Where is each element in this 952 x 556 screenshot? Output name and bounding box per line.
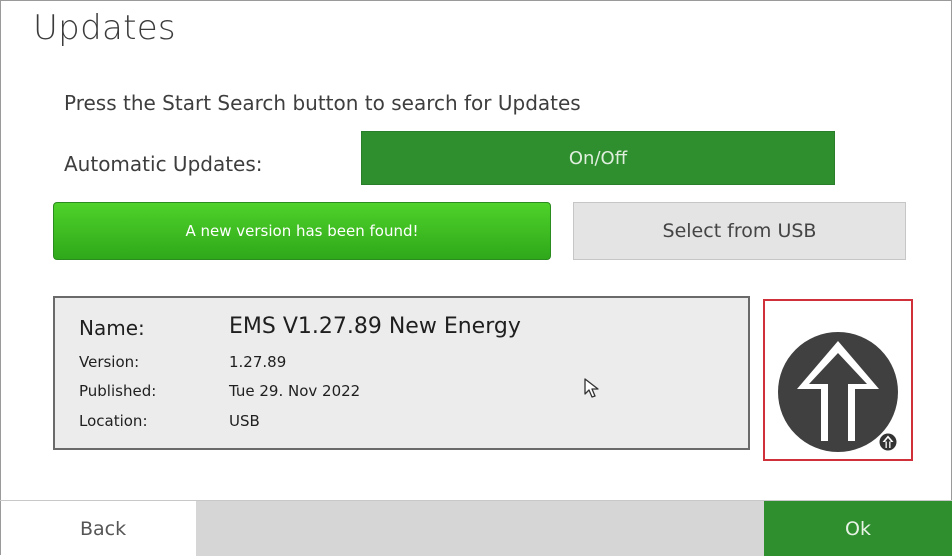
published-value: Tue 29. Nov 2022 <box>229 382 361 400</box>
ok-button[interactable]: Ok <box>764 501 952 556</box>
name-label: Name: <box>79 316 145 340</box>
new-version-found-button[interactable]: A new version has been found! <box>53 202 551 260</box>
page-title: Updates <box>33 8 176 48</box>
location-value: USB <box>229 412 260 430</box>
screen-frame <box>0 0 952 555</box>
small-upload-icon <box>879 433 897 451</box>
version-value: 1.27.89 <box>229 353 287 371</box>
footer-spacer <box>196 501 764 556</box>
automatic-updates-label: Automatic Updates: <box>64 152 263 176</box>
automatic-updates-toggle[interactable]: On/Off <box>361 131 835 185</box>
published-label: Published: <box>79 382 157 400</box>
back-button[interactable]: Back <box>1 501 196 556</box>
install-update-button[interactable] <box>763 299 913 461</box>
mouse-pointer-icon <box>584 378 599 398</box>
version-label: Version: <box>79 353 140 371</box>
update-info-panel: Name: EMS V1.27.89 New Energy Version: 1… <box>53 296 750 450</box>
instruction-text: Press the Start Search button to search … <box>64 91 581 115</box>
location-label: Location: <box>79 412 148 430</box>
select-from-usb-button[interactable]: Select from USB <box>573 202 906 260</box>
name-value: EMS V1.27.89 New Energy <box>229 314 521 339</box>
